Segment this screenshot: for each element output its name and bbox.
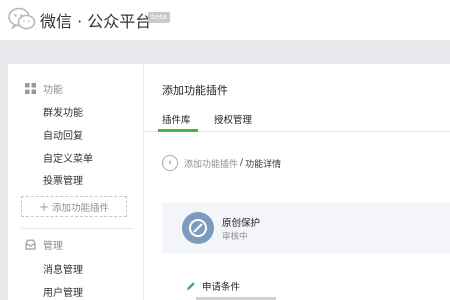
conditions-detail	[196, 294, 296, 300]
inbox-icon	[25, 239, 36, 250]
sidebar-item-custom-menu[interactable]: 自定义菜单	[43, 150, 93, 165]
sidebar-item-vote-manage[interactable]: 投票管理	[43, 172, 83, 187]
brand-title[interactable]: 微信 · 公众平台	[40, 8, 151, 32]
sidebar-item-auto-reply[interactable]: 自动回复	[43, 127, 83, 142]
plugin-title: 原创保护	[222, 218, 261, 229]
back-arrow-icon[interactable]: ‹	[162, 155, 178, 171]
breadcrumb: ‹ 添加功能插件 / 功能详情	[162, 155, 281, 171]
sidebar-section-manage: 管理	[25, 236, 63, 252]
page-title: 添加功能插件	[162, 84, 228, 97]
sidebar-section-label: 功能	[43, 84, 63, 96]
sidebar-item-message-manage[interactable]: 消息管理	[43, 261, 83, 276]
breadcrumb-separator: /	[240, 158, 244, 168]
sidebar: 功能 群发功能 自动回复 自定义菜单 投票管理 + 添加功能插件 管理 消息管理…	[8, 64, 143, 300]
main-panel: 添加功能插件 插件库 授权管理 ‹ 添加功能插件 / 功能详情 原创保护 审核中…	[144, 64, 450, 300]
compass-icon	[189, 219, 207, 237]
tab-bar: 插件库 授权管理	[144, 104, 450, 132]
sidebar-item-user-manage[interactable]: 用户管理	[43, 284, 83, 299]
plugin-card: 原创保护 审核中	[162, 203, 450, 253]
tab-plugin-library[interactable]: 插件库	[162, 112, 191, 126]
plugin-icon	[182, 212, 214, 244]
apply-conditions: 申请条件	[186, 279, 240, 293]
sidebar-section-function: 功能	[25, 80, 63, 96]
grid-icon	[25, 82, 36, 94]
tab-authorization[interactable]: 授权管理	[214, 112, 252, 126]
pencil-icon	[187, 282, 195, 290]
top-header: 微信 · 公众平台 beta	[0, 0, 450, 40]
active-tab-indicator	[158, 129, 198, 132]
wechat-logo-icon	[8, 7, 36, 30]
breadcrumb-current: 功能详情	[245, 159, 282, 170]
plugin-status: 审核中	[222, 232, 248, 242]
conditions-label: 申请条件	[202, 282, 241, 293]
breadcrumb-parent[interactable]: 添加功能插件	[184, 157, 238, 170]
sidebar-divider	[21, 228, 133, 229]
sidebar-section-label: 管理	[43, 240, 63, 252]
beta-badge: beta	[148, 12, 170, 23]
add-plugin-label: 添加功能插件	[52, 202, 110, 214]
add-plugin-button[interactable]: + 添加功能插件	[21, 196, 127, 217]
sidebar-item-mass-send[interactable]: 群发功能	[43, 104, 83, 119]
plus-icon: +	[38, 199, 50, 214]
